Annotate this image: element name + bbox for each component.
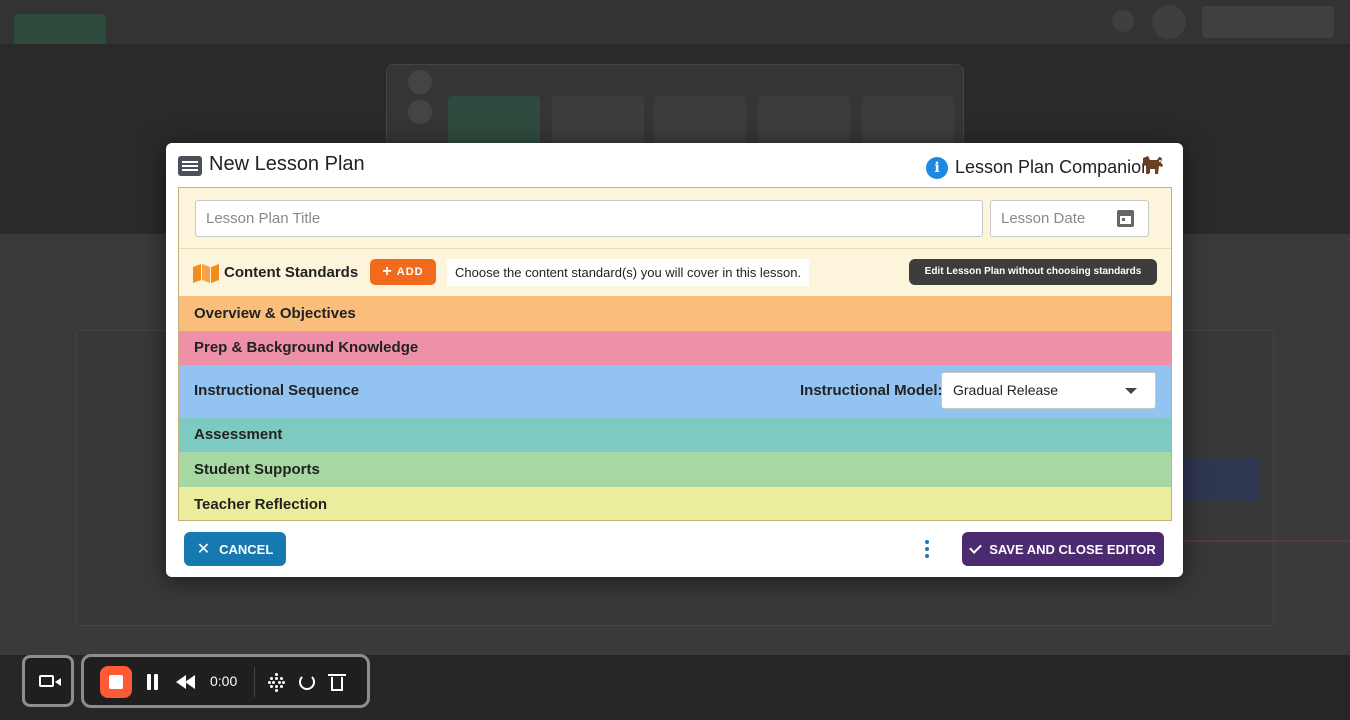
section-assessment[interactable]: Assessment [179,418,1171,452]
modal-title: New Lesson Plan [209,153,365,175]
lesson-date-input[interactable] [991,201,1111,236]
rewind-icon[interactable] [176,675,198,689]
background-blue-block [1170,458,1260,502]
toolbar-divider [254,667,255,697]
add-standards-button[interactable]: + ADD [370,259,436,285]
save-and-close-label: SAVE AND CLOSE EDITOR [989,541,1156,557]
section-overview-objectives[interactable]: Overview & Objectives [179,296,1171,331]
new-lesson-plan-modal: New Lesson Plan i Lesson Plan Companion … [166,143,1183,577]
instructional-model-select[interactable]: Gradual Release [941,372,1156,409]
header-section: Content Standards + ADD Choose the conte… [179,188,1171,296]
instructional-sequence-label: Instructional Sequence [194,382,360,399]
section-instructional-sequence[interactable]: Instructional Sequence Instructional Mod… [179,365,1171,418]
dropdown-caret-icon [1125,388,1137,394]
background-avatar [1152,5,1186,39]
cancel-label: CANCEL [219,541,274,557]
edit-without-standards-button[interactable]: Edit Lesson Plan without choosing standa… [909,259,1157,285]
add-standards-label: ADD [396,266,424,278]
camera-toggle-button[interactable] [22,655,74,707]
modal-header: New Lesson Plan i Lesson Plan Companion [166,143,1183,187]
section-teacher-reflection[interactable]: Teacher Reflection [179,487,1171,520]
background-tile [654,96,746,146]
instructional-model-value: Gradual Release [953,382,1059,398]
background-logo [14,14,106,48]
plus-icon: + [382,263,393,280]
pause-icon[interactable] [146,674,160,690]
recording-toolbar: 0:00 [81,654,370,708]
restart-icon[interactable] [299,674,315,690]
drag-handle-icon[interactable] [268,673,286,692]
more-vertical-icon[interactable] [922,538,932,560]
background-tile [758,96,850,146]
background-topbar [0,0,1350,44]
dog-icon[interactable] [1140,154,1166,178]
standards-hint: Choose the content standard(s) you will … [447,259,810,286]
background-menu-pill [1202,6,1334,38]
check-icon [969,540,983,554]
content-standards-label: Content Standards [224,264,359,281]
camera-icon [39,675,61,687]
background-dot-icon [408,70,432,94]
lesson-date-field[interactable] [990,200,1149,237]
background-tile [448,96,540,146]
background-red-line [1170,540,1350,542]
stop-icon[interactable] [100,666,132,698]
save-and-close-button[interactable]: SAVE AND CLOSE EDITOR [962,532,1164,566]
section-student-supports[interactable]: Student Supports [179,452,1171,487]
divider [179,248,1171,249]
cancel-button[interactable]: ✕ CANCEL [184,532,286,566]
lesson-plan-title-input[interactable] [195,200,983,237]
section-prep-background[interactable]: Prep & Background Knowledge [179,331,1171,365]
map-icon [193,264,219,283]
background-bell-icon [1112,10,1134,32]
trash-icon[interactable] [328,674,346,691]
background-tile [862,96,954,146]
close-icon: ✕ [196,541,211,558]
recording-timer: 0:00 [210,673,238,689]
companion-label[interactable]: Lesson Plan Companion [955,157,1151,178]
background-tile [552,96,644,146]
list-icon [178,156,202,176]
calendar-icon[interactable] [1117,210,1134,227]
info-icon[interactable]: i [926,157,948,179]
instructional-model-label: Instructional Model: [800,382,943,399]
background-dot-icon [408,100,432,124]
lesson-plan-content: Content Standards + ADD Choose the conte… [178,187,1172,521]
